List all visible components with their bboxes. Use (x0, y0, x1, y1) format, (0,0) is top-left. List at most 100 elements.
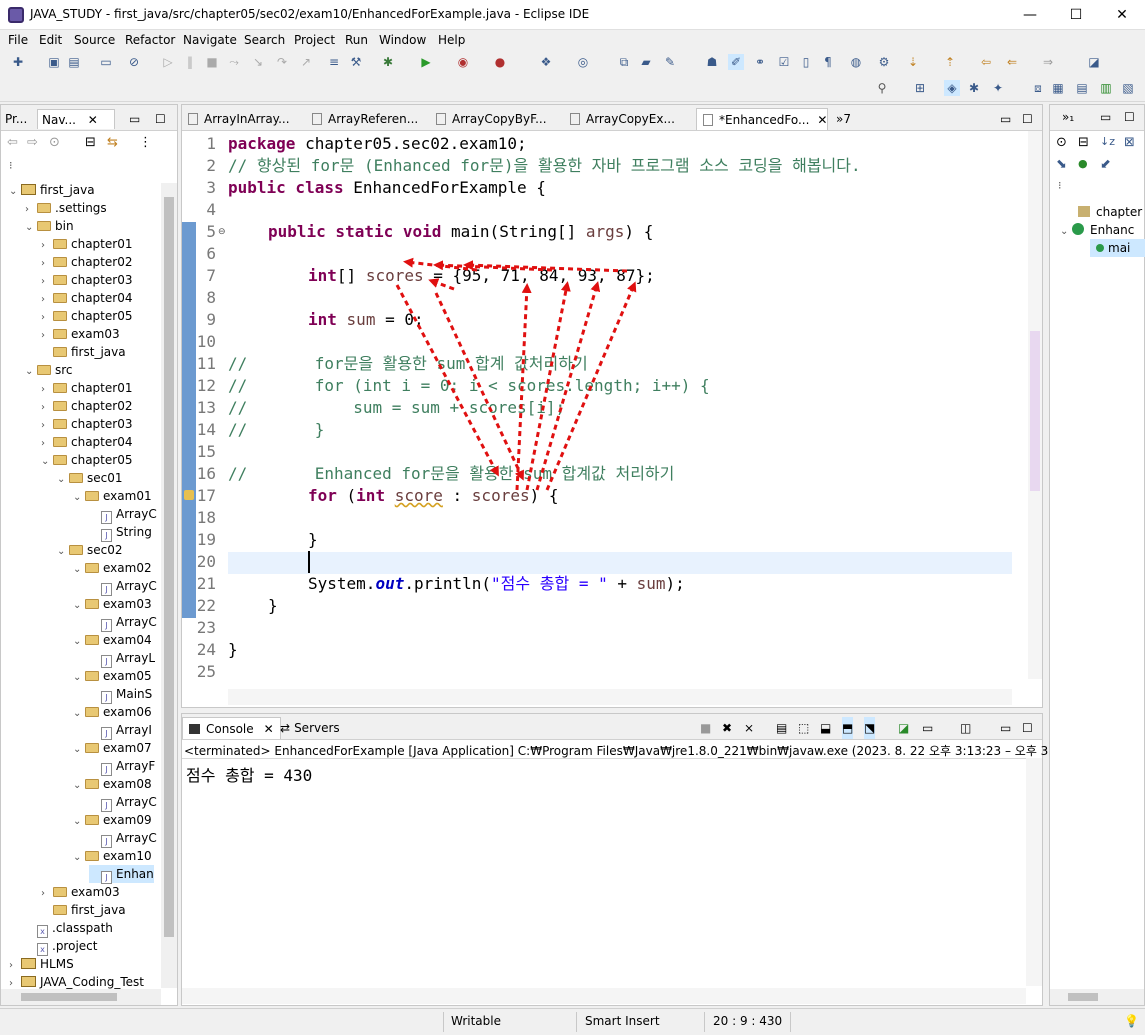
chevron-down-icon[interactable]: ⌄ (73, 741, 85, 759)
editor-hscrollbar[interactable] (228, 689, 1012, 705)
tree-item[interactable]: J String (89, 523, 152, 542)
tree-item[interactable]: J MainS (89, 685, 152, 704)
minimize-icon[interactable]: ▭ (1000, 717, 1011, 739)
menu-file[interactable]: File (8, 33, 28, 47)
next-annotation-icon[interactable]: ⇣ (905, 54, 921, 70)
save-all-icon[interactable]: ▤ (66, 54, 82, 70)
chevron-down-icon[interactable]: ⌄ (41, 453, 53, 471)
java-perspective-icon[interactable]: ◈ (944, 80, 960, 96)
link-editor-icon[interactable]: ⇆ (107, 135, 118, 150)
outline-hscrollbar[interactable] (1050, 989, 1144, 1005)
tree-item[interactable]: ⌄ exam04 (73, 631, 152, 649)
layout-d-icon[interactable]: ▧ (1120, 80, 1136, 96)
tree-scrollbar[interactable] (161, 183, 177, 988)
new-java-project-icon[interactable]: ❖ (538, 54, 554, 70)
chevron-down-icon[interactable]: ⌄ (73, 597, 85, 615)
hide-nonpublic-icon[interactable]: ● (1078, 157, 1088, 170)
tree-item[interactable]: ⌄ sec02 (57, 541, 123, 559)
menu-search[interactable]: Search (244, 33, 285, 47)
maximize-icon[interactable]: ☐ (1022, 717, 1033, 739)
globe-icon[interactable]: ◍ (848, 54, 864, 70)
tip-icon[interactable]: 💡 (1124, 1014, 1139, 1028)
close-icon[interactable]: ✕ (88, 113, 98, 127)
close-button[interactable]: ✕ (1099, 0, 1145, 30)
editor-scroll-thumb[interactable] (1030, 331, 1040, 491)
chevron-down-icon[interactable]: ⌄ (73, 777, 85, 795)
console-vscrollbar[interactable] (1026, 758, 1042, 986)
close-icon[interactable]: ✕ (264, 722, 274, 736)
tree-item[interactable]: J ArrayC (89, 613, 157, 632)
maximize-icon[interactable]: ☐ (1124, 110, 1135, 124)
tree-item[interactable]: ⌄ exam03 (73, 595, 152, 613)
chevron-down-icon[interactable]: ⌄ (73, 813, 85, 831)
tree-item[interactable]: ⌄ exam01 (73, 487, 152, 505)
terminate-console-icon[interactable]: ■ (700, 717, 711, 739)
pin-editor-icon[interactable]: ◪ (1086, 54, 1102, 70)
tree-hscroll-thumb[interactable] (21, 993, 117, 1001)
pin-console-icon[interactable]: ◪ (898, 717, 909, 739)
skip-breakpoints-icon[interactable]: ⊘ (126, 54, 142, 70)
collapse-all-icon[interactable]: ⊟ (85, 135, 96, 150)
mark-occurrences-icon[interactable]: ⚒ (348, 54, 364, 70)
terminate-icon[interactable]: ■ (204, 54, 220, 70)
terminal-icon[interactable]: ▭ (98, 54, 114, 70)
tab-navigator[interactable]: Nav... ✕ (37, 109, 115, 129)
debug-icon[interactable]: ✱ (380, 54, 396, 70)
menu-help[interactable]: Help (438, 33, 465, 47)
last-edit-icon[interactable]: ⇦ (978, 54, 994, 70)
tree-hscrollbar[interactable] (1, 989, 161, 1005)
maximize-button[interactable]: ☐ (1053, 0, 1099, 30)
tree-item[interactable]: ⌄ exam06 (73, 703, 152, 721)
tree-item[interactable]: J Enhan (89, 865, 154, 884)
outline-sync-icon[interactable]: ⊙ (1056, 135, 1067, 150)
tab-project-explorer[interactable]: Pr... (5, 109, 27, 129)
run-coverage-icon[interactable]: ◉ (455, 54, 471, 70)
show-stderr-icon[interactable]: ⬔ (864, 717, 876, 739)
menu-window[interactable]: Window (379, 33, 426, 47)
new-icon[interactable]: ✚ (10, 54, 26, 70)
tree-item[interactable]: J ArrayL (89, 649, 155, 668)
clear-console-icon[interactable]: ▤ (776, 717, 787, 739)
menu-refactor[interactable]: Refactor (125, 33, 175, 47)
tree-item[interactable]: › chapter02 (41, 397, 132, 415)
tree-item[interactable]: › .settings (25, 199, 107, 217)
open-console-icon[interactable]: ◫ (960, 717, 971, 739)
task-icon[interactable]: ☑ (776, 54, 792, 70)
back-nav-icon[interactable]: ⇦ (7, 135, 18, 150)
resume-icon[interactable]: ▷ (160, 54, 176, 70)
editor-vscrollbar[interactable] (1028, 131, 1042, 679)
tab-console[interactable]: Console ✕ (182, 717, 281, 739)
highlight-icon[interactable]: ✐ (728, 54, 744, 70)
new-class-icon[interactable]: ◎ (575, 54, 591, 70)
tree-item[interactable]: ⌄ sec01 (57, 469, 123, 487)
tree-item[interactable]: first_java (41, 343, 126, 361)
collapse-icon[interactable]: ⊟ (1078, 135, 1089, 150)
chevron-down-icon[interactable]: ⌄ (25, 363, 37, 381)
tree-item[interactable]: › chapter03 (41, 415, 132, 433)
more-icon[interactable]: ⁝ (1058, 179, 1062, 192)
sort-icon[interactable]: ↓z (1100, 135, 1115, 148)
minimize-icon[interactable]: ▭ (1100, 110, 1111, 124)
prev-annotation-icon[interactable]: ⇡ (942, 54, 958, 70)
word-wrap-icon[interactable]: ⬓ (820, 717, 831, 739)
step-into-icon[interactable]: ↘ (250, 54, 266, 70)
external-tools-icon[interactable]: ● (492, 54, 508, 70)
remove-all-icon[interactable]: ⨯ (744, 717, 754, 739)
tree-scroll-thumb[interactable] (164, 197, 174, 937)
remove-launch-icon[interactable]: ✖ (722, 717, 732, 739)
tree-item[interactable]: first_java (41, 901, 126, 919)
tree-item[interactable]: J ArrayC (89, 505, 157, 524)
back-icon[interactable]: ⇐ (1004, 54, 1020, 70)
tree-item[interactable]: › chapter04 (41, 289, 132, 307)
tree-item[interactable]: › exam03 (41, 883, 120, 901)
suspend-icon[interactable]: ‖ (182, 54, 198, 70)
outline-item-class[interactable]: ⌄ Enhanc (1060, 221, 1134, 239)
chevron-down-icon[interactable]: ⌄ (9, 183, 21, 201)
chevron-down-icon[interactable]: ⌄ (73, 489, 85, 507)
chevron-down-icon[interactable]: ⌄ (73, 849, 85, 867)
open-perspective-icon[interactable]: ⊞ (912, 80, 928, 96)
outline-overflow[interactable]: »₁ (1062, 110, 1074, 124)
console-hscrollbar[interactable] (182, 988, 1026, 1004)
open-type-icon[interactable]: ⧉ (616, 54, 632, 70)
chevron-down-icon[interactable]: ⌄ (73, 561, 85, 579)
